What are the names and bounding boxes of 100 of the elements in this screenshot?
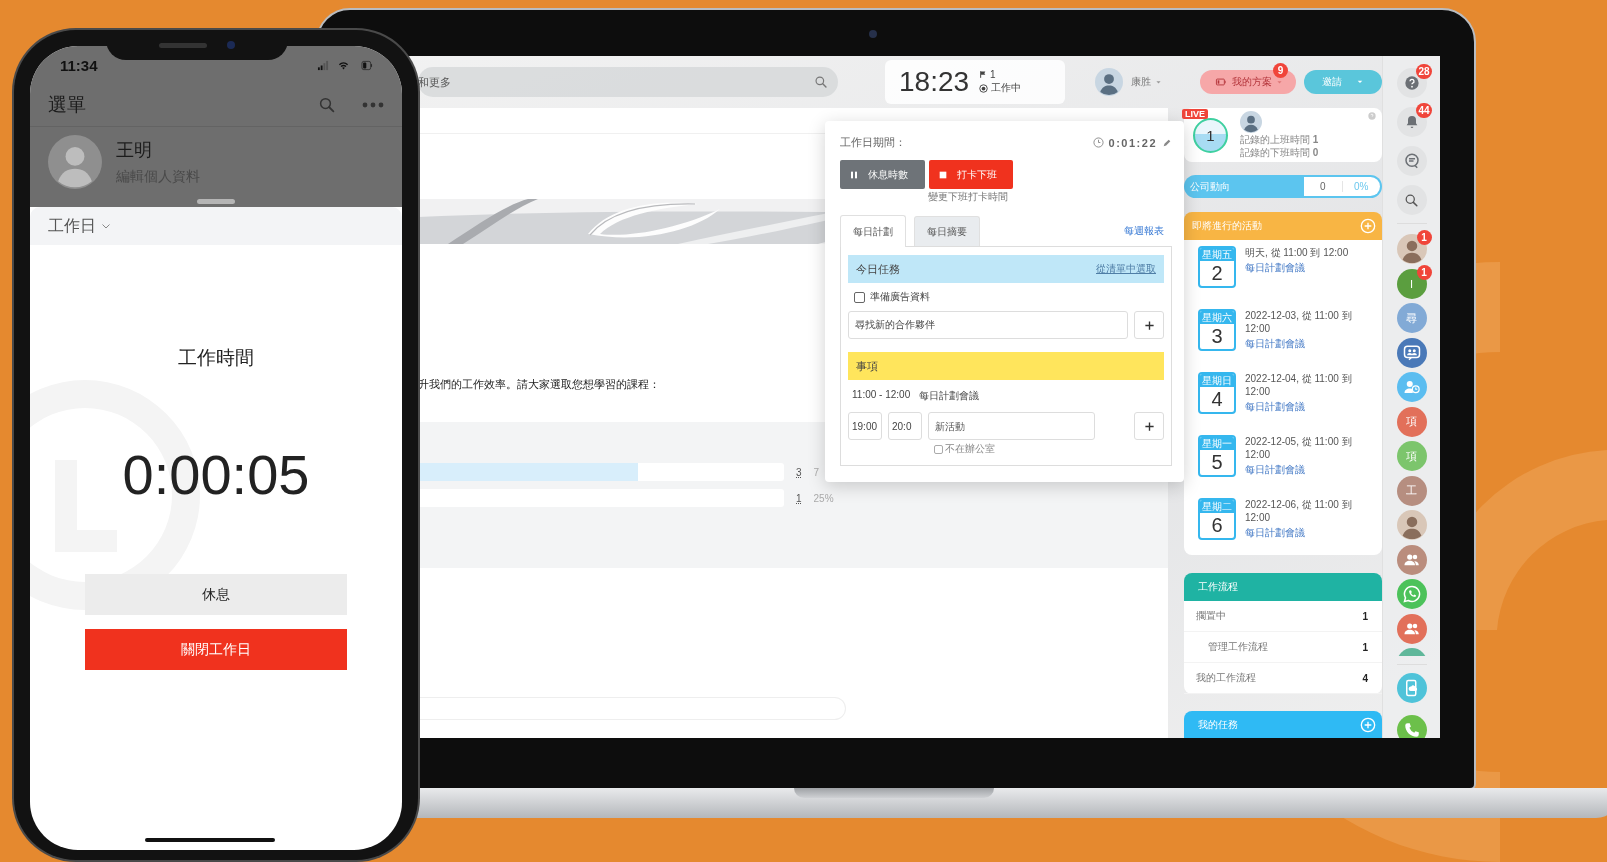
weekly-report-link[interactable]: 每週報表 xyxy=(1124,223,1164,238)
contact-avatar[interactable] xyxy=(1396,673,1427,703)
contact-avatar[interactable]: 項 xyxy=(1396,406,1427,437)
start-time-field[interactable]: 19:00 xyxy=(848,412,882,440)
chat-icon xyxy=(1402,152,1421,170)
event-title: 每日計劃會議 xyxy=(919,389,980,403)
add-icon xyxy=(1360,218,1376,234)
contact-initial: 項 xyxy=(1406,448,1417,464)
calendar-icon: 星期五 2 xyxy=(1198,246,1236,288)
sheet-handle[interactable] xyxy=(197,199,235,204)
event-link[interactable]: 每日計劃會議 xyxy=(1245,400,1369,414)
contact-avatar[interactable] xyxy=(1396,372,1427,402)
user-name[interactable]: 康胜 xyxy=(1131,75,1151,89)
checkbox[interactable] xyxy=(854,291,865,303)
close-workday-button[interactable]: 關閉工作日 xyxy=(85,629,347,670)
avatar xyxy=(1396,234,1427,264)
tab[interactable]: 每日計劃 xyxy=(840,215,906,247)
search-icon xyxy=(814,75,828,89)
calendar-icon: 星期日 4 xyxy=(1198,372,1236,414)
battery-icon xyxy=(1213,77,1228,87)
tab[interactable]: 每日摘要 xyxy=(914,216,980,246)
search-icon xyxy=(318,96,336,114)
contact-initial: 工 xyxy=(1406,483,1417,498)
contact-initial: 項 xyxy=(1406,414,1417,429)
user-clock-icon xyxy=(1402,378,1421,396)
vote-percent: 7 xyxy=(813,466,820,478)
event-time: 2022-12-04, 從 11:00 到 12:00 xyxy=(1245,372,1353,398)
more-icon xyxy=(362,101,384,109)
pencil-icon xyxy=(1162,137,1172,148)
change-time-link[interactable]: 變更下班打卡時間 xyxy=(928,191,1008,203)
phone-icon xyxy=(1402,721,1421,738)
event-link[interactable]: 每日計劃會議 xyxy=(1245,463,1369,477)
trend-label: 公司動向 xyxy=(1189,179,1231,194)
contact-avatar[interactable] xyxy=(1396,337,1427,368)
attendance-stat: 記錄的下班時間 0 xyxy=(1240,147,1319,159)
group-chat-icon xyxy=(1402,343,1421,362)
tool-button[interactable] xyxy=(1396,146,1427,176)
signal-icon xyxy=(315,59,331,71)
avatar xyxy=(1240,111,1262,133)
calendar-icon: 星期一 5 xyxy=(1198,435,1236,477)
contact-avatar[interactable] xyxy=(1396,579,1427,609)
event-time: 11:00 - 12:00 xyxy=(852,389,911,402)
clock-time: 18:23 xyxy=(899,66,970,98)
contact-avatar[interactable] xyxy=(1396,613,1427,644)
trend-percent: 0% xyxy=(1353,181,1370,192)
caret-icon xyxy=(1155,78,1162,86)
menu-title: 選單 xyxy=(48,93,87,117)
timer: 0:00:05 xyxy=(122,443,310,507)
status-time: 11:34 xyxy=(60,56,98,74)
contact-initial: 尋 xyxy=(1406,310,1417,326)
add-icon xyxy=(1360,717,1376,733)
checkbox[interactable] xyxy=(934,444,943,454)
clock-out-button[interactable]: 打卡下班 xyxy=(929,160,1013,189)
end-time-field[interactable]: 20:0 xyxy=(888,412,922,440)
avatar xyxy=(1396,510,1427,540)
event-link[interactable]: 每日計劃會議 xyxy=(1245,526,1369,540)
vote-count[interactable]: 3 xyxy=(796,466,802,478)
plus-icon xyxy=(1143,420,1155,432)
help-icon xyxy=(1368,112,1376,120)
search-placeholder: 和更多 xyxy=(418,74,451,90)
contact-initial: I xyxy=(1409,277,1414,290)
event-name-field[interactable]: 新活動 xyxy=(928,412,1095,440)
break-button[interactable]: 休息時數 xyxy=(840,160,925,189)
contact-avatar[interactable] xyxy=(1396,715,1427,738)
speech-phone-icon xyxy=(1401,584,1422,604)
break-button[interactable]: 休息 xyxy=(85,574,347,615)
count-badge: 28 xyxy=(1416,64,1432,79)
popup-label: 工作日期間： xyxy=(840,135,906,150)
duration: 0:01:22 xyxy=(1108,136,1157,149)
task-input[interactable]: 尋找新的合作夥伴 xyxy=(848,311,1128,339)
contact-avatar[interactable] xyxy=(1396,544,1427,575)
checkbox-label: 不在辦公室 xyxy=(945,442,995,456)
event-time: 明天, 從 11:00 到 12:00 xyxy=(1245,246,1350,259)
add-button[interactable] xyxy=(1134,311,1164,339)
calendar-icon: 星期二 6 xyxy=(1198,498,1236,540)
section-title: 工作流程 xyxy=(1198,580,1238,594)
status-dot-icon xyxy=(979,83,989,93)
status-label: 工作中 xyxy=(991,81,1022,95)
pause-icon xyxy=(850,170,858,179)
event-time: 2022-12-05, 從 11:00 到 12:00 xyxy=(1245,435,1353,461)
clock-icon xyxy=(1092,137,1104,148)
event-link[interactable]: 每日計劃會議 xyxy=(1245,337,1369,351)
section-title: 今日任務 xyxy=(856,261,900,277)
pick-from-list-link[interactable]: 從清單中選取 xyxy=(1096,262,1156,276)
avatar xyxy=(1095,68,1123,96)
task-label: 準備廣告資料 xyxy=(870,290,930,304)
vote-percent: 25% xyxy=(813,492,834,504)
poll-bar[interactable] xyxy=(418,463,784,481)
event-link[interactable]: 每日計劃會議 xyxy=(1245,261,1369,275)
section-title: 我的任務 xyxy=(1198,718,1238,732)
search-field[interactable]: 和更多 xyxy=(418,67,838,97)
contact-avatar[interactable]: 工 xyxy=(1396,475,1427,506)
plus-icon xyxy=(1143,319,1155,331)
add-button[interactable] xyxy=(1134,412,1164,440)
wifi-icon xyxy=(336,59,351,71)
vote-count[interactable]: 1 xyxy=(796,492,802,504)
section-title: 事項 xyxy=(856,358,878,374)
tool-button[interactable] xyxy=(1396,185,1427,215)
workday-dropdown[interactable]: 工作日 xyxy=(48,215,96,237)
live-badge: LIVE xyxy=(1182,109,1208,119)
